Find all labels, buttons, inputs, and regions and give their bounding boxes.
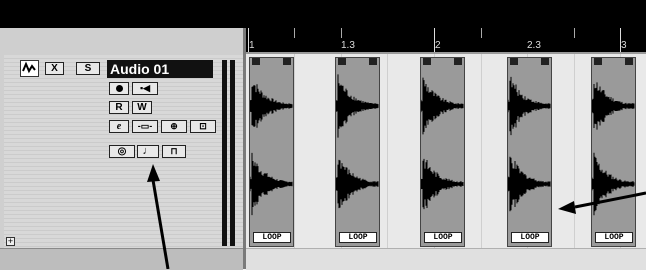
stereo-link-button[interactable]: ◎ xyxy=(109,145,135,158)
monitor-speaker-icon: ▪◀ xyxy=(139,83,151,93)
audio-event[interactable]: LOOP xyxy=(507,57,552,247)
lock-button[interactable]: ⊓ xyxy=(162,145,186,158)
lock-icon: ⊓ xyxy=(170,146,178,156)
level-meter-right xyxy=(230,60,235,246)
musical-timebase-icon: ♩ xyxy=(142,145,154,157)
event-end-handle[interactable] xyxy=(454,58,462,65)
track-list-footer xyxy=(0,248,243,270)
ruler-label: 1 xyxy=(249,40,255,51)
audio-event[interactable]: LOOP xyxy=(420,57,465,247)
eq-button[interactable]: ⊕ xyxy=(161,120,187,133)
event-start-handle[interactable] xyxy=(252,58,260,65)
loop-label: LOOP xyxy=(253,232,291,243)
event-end-handle[interactable] xyxy=(625,58,633,65)
timeline-ruler[interactable]: 1 1.3 2 2.3 3 xyxy=(246,28,646,54)
waveform xyxy=(508,76,551,212)
ruler-tick xyxy=(294,28,295,38)
insert-icon: -▭- xyxy=(137,121,153,131)
ruler-label: 1.3 xyxy=(341,40,355,51)
grid-line xyxy=(294,54,295,248)
track-name-field[interactable]: Audio 01 xyxy=(107,60,213,78)
record-enable-button[interactable] xyxy=(109,82,129,95)
record-enable-icon xyxy=(115,85,123,92)
send-button[interactable]: ⊡ xyxy=(190,120,216,133)
monitor-button[interactable]: ▪◀ xyxy=(132,82,158,95)
read-automation-button[interactable]: R xyxy=(109,101,129,114)
audio-event[interactable]: LOOP xyxy=(335,57,380,247)
stereo-link-icon: ◎ xyxy=(117,146,127,157)
event-end-handle[interactable] xyxy=(283,58,291,65)
grid-line xyxy=(387,54,388,248)
automation-lane[interactable] xyxy=(246,248,646,270)
event-start-handle[interactable] xyxy=(510,58,518,65)
loop-label: LOOP xyxy=(339,232,377,243)
waveform xyxy=(336,74,379,209)
ruler-tick xyxy=(341,28,342,38)
expand-track-button[interactable]: + xyxy=(6,237,15,246)
ruler-label: 2.3 xyxy=(527,40,541,51)
loop-label: LOOP xyxy=(511,232,549,243)
eq-icon: ⊕ xyxy=(170,121,178,131)
audio-event[interactable]: LOOP xyxy=(591,57,636,247)
musical-timebase-button[interactable]: ♩ xyxy=(137,145,159,158)
grid-line xyxy=(481,54,482,248)
loop-label: LOOP xyxy=(595,232,633,243)
level-meter-left xyxy=(222,60,227,246)
event-start-handle[interactable] xyxy=(338,58,346,65)
write-automation-button[interactable]: W xyxy=(132,101,152,114)
ruler-tick xyxy=(481,28,482,38)
insert-button[interactable]: -▭- xyxy=(132,120,158,133)
mute-button[interactable]: X xyxy=(45,62,64,75)
audio-track-icon xyxy=(20,60,39,77)
audio-event[interactable]: LOOP xyxy=(249,57,294,247)
ruler-tick xyxy=(574,28,575,38)
ruler-label: 3 xyxy=(621,40,627,51)
ruler-label: 2 xyxy=(435,40,441,51)
loop-label: LOOP xyxy=(424,232,462,243)
event-end-handle[interactable] xyxy=(541,58,549,65)
waveform xyxy=(421,77,464,210)
waveform xyxy=(592,82,635,216)
edit-channel-button[interactable]: e xyxy=(109,120,129,133)
top-black-bar xyxy=(0,0,646,28)
solo-button[interactable]: S xyxy=(76,62,100,75)
send-icon: ⊡ xyxy=(199,121,207,131)
event-start-handle[interactable] xyxy=(594,58,602,65)
event-end-handle[interactable] xyxy=(369,58,377,65)
event-start-handle[interactable] xyxy=(423,58,431,65)
waveform xyxy=(250,84,293,216)
grid-line xyxy=(574,54,575,248)
